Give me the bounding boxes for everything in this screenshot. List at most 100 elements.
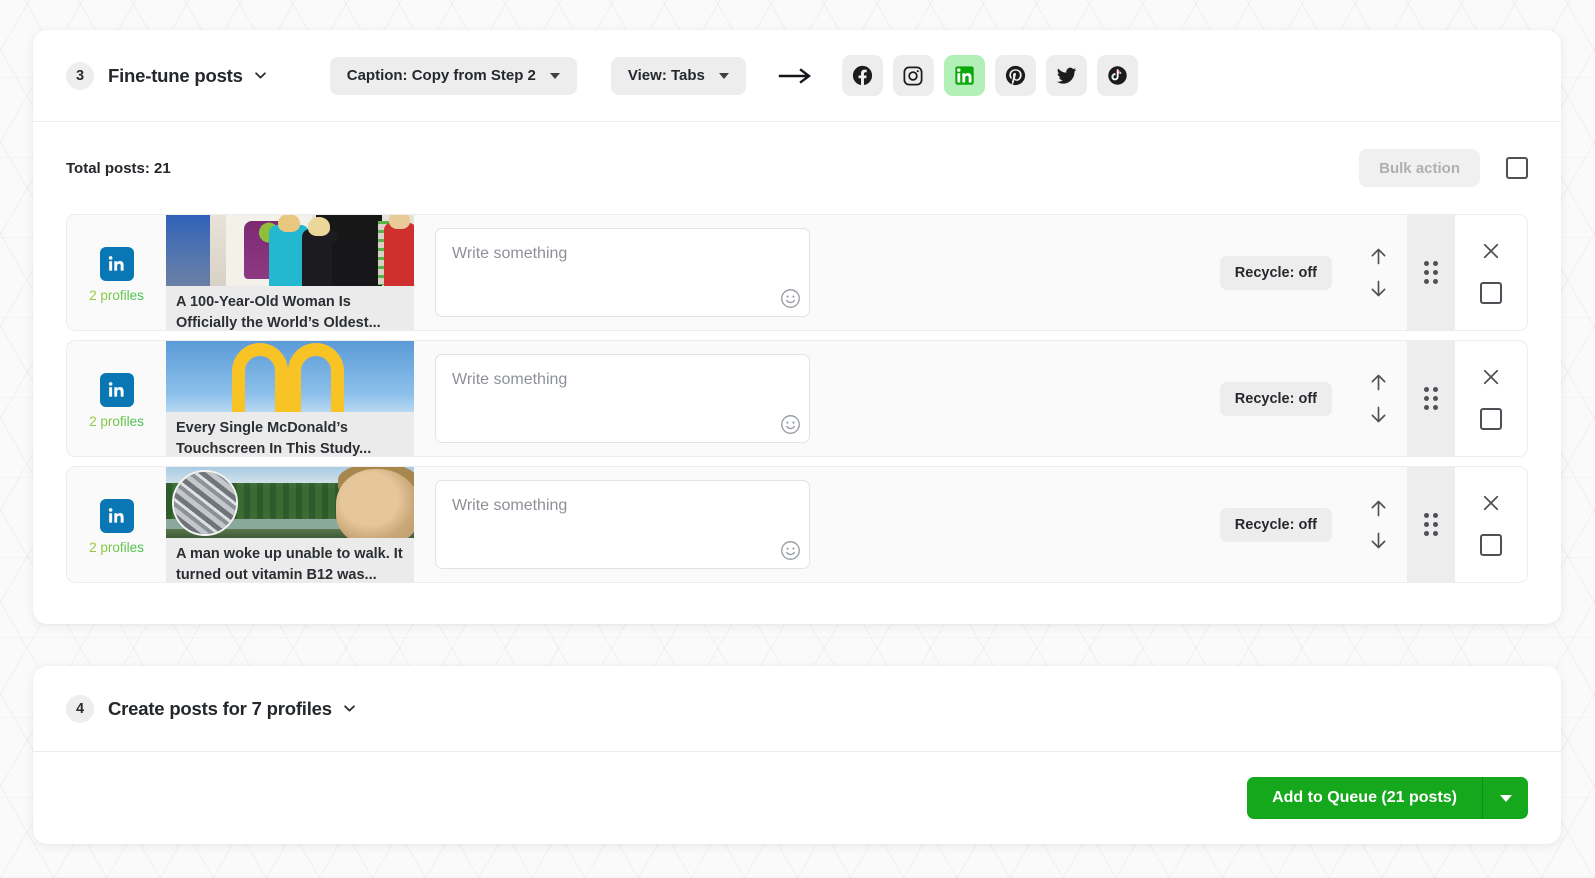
post-thumbnail-image <box>166 467 414 538</box>
compose-placeholder: Write something <box>452 245 568 262</box>
add-to-queue-group: Add to Queue (21 posts) <box>1247 777 1528 819</box>
close-icon[interactable] <box>1481 493 1501 513</box>
post-select-checkbox[interactable] <box>1480 534 1502 556</box>
table-row: 2 profiles Every Single McDonald’s Touch… <box>66 340 1528 457</box>
add-to-queue-dropdown-button[interactable] <box>1482 777 1528 819</box>
network-tab-tiktok[interactable] <box>1096 55 1138 96</box>
post-compose-box[interactable]: Write something <box>435 228 810 317</box>
linkedin-icon <box>99 498 134 533</box>
app-page: 3 Fine-tune posts Caption: Copy from Ste… <box>0 0 1595 878</box>
move-down-arrow-icon[interactable] <box>1368 278 1389 299</box>
linkedin-icon <box>954 65 975 86</box>
table-row: 2 profiles A man woke up unable to walk.… <box>66 466 1528 583</box>
compose-placeholder: Write something <box>452 371 568 388</box>
view-mode-label: View: Tabs <box>627 67 705 84</box>
post-recycle-column: Recycle: off <box>1219 215 1350 330</box>
post-compose-column: Write something <box>414 215 1220 330</box>
post-recycle-column: Recycle: off <box>1219 341 1350 456</box>
post-profile-column: 2 profiles <box>67 467 166 582</box>
toolbar-right-group: Bulk action <box>1359 149 1528 187</box>
thumbnail-artwork-lake <box>166 467 414 538</box>
table-row: 2 profiles A 100-Year-Old Woman Is Offic… <box>66 214 1528 331</box>
post-profile-column: 2 profiles <box>67 215 166 330</box>
caption-source-label: Caption: Copy from Step 2 <box>346 67 536 84</box>
step-4-card: 4 Create posts for 7 profiles Add to Que… <box>33 666 1561 844</box>
step-4-footer: Add to Queue (21 posts) <box>33 752 1561 844</box>
step-4-title: Create posts for 7 profiles <box>108 697 332 719</box>
post-compose-box[interactable]: Write something <box>435 354 810 443</box>
posts-toolbar: Total posts: 21 Bulk action <box>66 122 1528 214</box>
emoji-picker-icon[interactable] <box>780 414 801 435</box>
recycle-toggle-button[interactable]: Recycle: off <box>1219 507 1332 542</box>
tiktok-icon <box>1106 64 1129 87</box>
caption-source-dropdown[interactable]: Caption: Copy from Step 2 <box>329 56 577 95</box>
recycle-toggle-button[interactable]: Recycle: off <box>1219 381 1332 416</box>
network-tab-instagram[interactable] <box>892 55 934 96</box>
post-reorder-column <box>1350 215 1407 330</box>
post-profiles-count: 2 profiles <box>89 287 144 303</box>
post-thumbnail[interactable]: A man woke up unable to walk. It turned … <box>166 467 414 582</box>
post-thumbnail-image <box>166 341 414 412</box>
close-icon[interactable] <box>1481 241 1501 261</box>
post-reorder-column <box>1350 467 1407 582</box>
move-up-arrow-icon[interactable] <box>1368 246 1389 267</box>
post-select-checkbox[interactable] <box>1480 282 1502 304</box>
step-3-header: 3 Fine-tune posts Caption: Copy from Ste… <box>33 30 1561 122</box>
chevron-down-icon <box>549 72 560 79</box>
post-link-title: A man woke up unable to walk. It turned … <box>166 538 414 582</box>
move-up-arrow-icon[interactable] <box>1368 498 1389 519</box>
post-link-title: A 100-Year-Old Woman Is Officially the W… <box>166 286 414 330</box>
network-tab-linkedin[interactable] <box>943 55 985 96</box>
facebook-icon <box>851 64 874 87</box>
network-tab-twitter[interactable] <box>1045 55 1087 96</box>
network-tab-pinterest[interactable] <box>994 55 1036 96</box>
drag-handle-icon[interactable] <box>1407 215 1455 330</box>
bulk-action-button[interactable]: Bulk action <box>1359 149 1480 187</box>
step-4-badge: 4 <box>66 694 94 723</box>
post-actions-column <box>1455 215 1527 330</box>
step-3-badge: 3 <box>66 61 94 90</box>
move-down-arrow-icon[interactable] <box>1368 404 1389 425</box>
linkedin-icon <box>99 372 134 407</box>
thumbnail-artwork-gym <box>166 215 414 286</box>
post-compose-box[interactable]: Write something <box>435 480 810 569</box>
chevron-down-icon <box>1499 794 1512 802</box>
post-thumbnail[interactable]: Every Single McDonald’s Touchscreen In T… <box>166 341 414 456</box>
view-mode-dropdown[interactable]: View: Tabs <box>610 56 746 95</box>
add-to-queue-button[interactable]: Add to Queue (21 posts) <box>1247 777 1482 819</box>
step-4-header: 4 Create posts for 7 profiles <box>33 666 1561 752</box>
post-recycle-column: Recycle: off <box>1219 467 1350 582</box>
select-all-checkbox[interactable] <box>1506 157 1528 179</box>
pinterest-icon <box>1004 64 1027 87</box>
emoji-picker-icon[interactable] <box>780 288 801 309</box>
chevron-down-icon <box>718 72 729 79</box>
arrow-right-icon <box>778 67 814 85</box>
post-thumbnail[interactable]: A 100-Year-Old Woman Is Officially the W… <box>166 215 414 330</box>
step-4-collapse-chevron-down-icon[interactable] <box>343 702 356 715</box>
step-3-collapse-chevron-down-icon[interactable] <box>254 69 267 82</box>
compose-placeholder: Write something <box>452 497 568 514</box>
post-compose-column: Write something <box>414 467 1220 582</box>
network-filter-group <box>841 55 1138 96</box>
close-icon[interactable] <box>1481 367 1501 387</box>
posts-list-area: Total posts: 21 Bulk action 2 profiles A… <box>33 122 1561 583</box>
drag-handle-icon[interactable] <box>1407 341 1455 456</box>
post-thumbnail-image <box>166 215 414 286</box>
instagram-icon <box>902 65 924 87</box>
move-down-arrow-icon[interactable] <box>1368 530 1389 551</box>
post-link-title: Every Single McDonald’s Touchscreen In T… <box>166 412 414 456</box>
post-reorder-column <box>1350 341 1407 456</box>
step-3-card: 3 Fine-tune posts Caption: Copy from Ste… <box>33 30 1561 624</box>
twitter-icon <box>1055 64 1078 87</box>
post-profile-column: 2 profiles <box>67 341 166 456</box>
post-actions-column <box>1455 467 1527 582</box>
recycle-toggle-button[interactable]: Recycle: off <box>1219 255 1332 290</box>
total-posts-label: Total posts: 21 <box>66 159 171 177</box>
move-up-arrow-icon[interactable] <box>1368 372 1389 393</box>
network-tab-facebook[interactable] <box>841 55 883 96</box>
post-compose-column: Write something <box>414 341 1220 456</box>
post-select-checkbox[interactable] <box>1480 408 1502 430</box>
emoji-picker-icon[interactable] <box>780 540 801 561</box>
linkedin-icon <box>99 246 134 281</box>
drag-handle-icon[interactable] <box>1407 467 1455 582</box>
